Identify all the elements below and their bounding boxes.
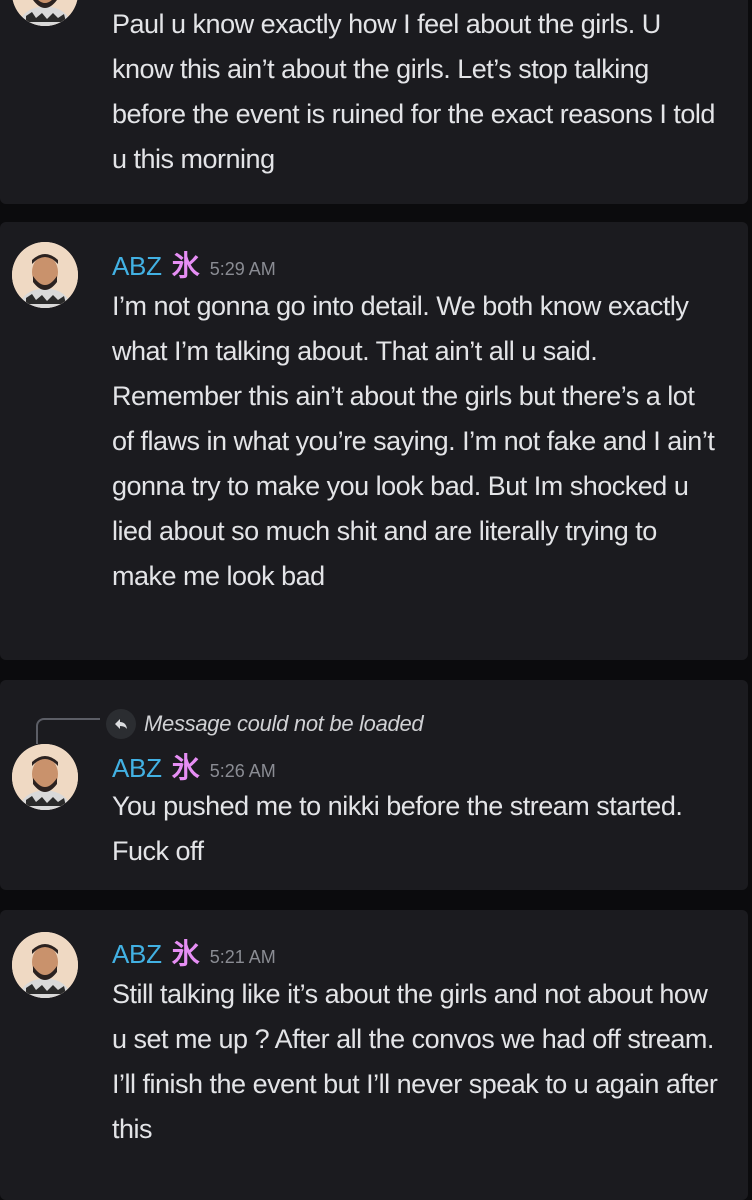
message-text: You pushed me to nikki before the stream… — [112, 791, 683, 866]
avatar[interactable] — [12, 242, 78, 308]
username[interactable]: ABZ — [112, 753, 162, 784]
reply-spine — [36, 718, 100, 744]
avatar[interactable] — [12, 744, 78, 810]
message-text: Still talking like it’s about the girls … — [112, 979, 718, 1144]
avatar-image — [12, 932, 78, 998]
message-card[interactable]: Paul u know exactly how I feel about the… — [0, 0, 748, 204]
username[interactable]: ABZ — [112, 251, 162, 282]
avatar[interactable] — [12, 0, 78, 26]
reply-text: Message could not be loaded — [144, 711, 424, 736]
timestamp: 5:29 AM — [209, 259, 276, 279]
avatar[interactable] — [12, 932, 78, 998]
role-icon: 氷 — [171, 752, 200, 783]
role-icon: 氷 — [171, 250, 200, 281]
message-card[interactable]: Message could not be loaded ABZ 氷 5:26 A… — [0, 680, 748, 890]
avatar-image — [12, 0, 78, 26]
message-card[interactable]: ABZ 氷 5:21 AM Still talking like it’s ab… — [0, 910, 748, 1200]
message-header: ABZ 氷 5:21 AM — [112, 932, 276, 972]
username[interactable]: ABZ — [112, 939, 162, 970]
role-icon: 氷 — [171, 938, 200, 969]
timestamp: 5:21 AM — [209, 947, 276, 967]
message-text: Paul u know exactly how I feel about the… — [112, 9, 715, 174]
reply-arrow-icon — [106, 709, 136, 739]
avatar-image — [12, 744, 78, 810]
message-text: I’m not gonna go into detail. We both kn… — [112, 291, 715, 591]
message-card[interactable]: ABZ 氷 5:29 AM I’m not gonna go into deta… — [0, 222, 748, 660]
timestamp: 5:26 AM — [209, 761, 276, 781]
avatar-image — [12, 242, 78, 308]
reply-preview[interactable]: Message could not be loaded — [36, 704, 424, 744]
message-header: ABZ 氷 5:26 AM — [112, 746, 276, 786]
message-header: ABZ 氷 5:29 AM — [112, 244, 276, 284]
